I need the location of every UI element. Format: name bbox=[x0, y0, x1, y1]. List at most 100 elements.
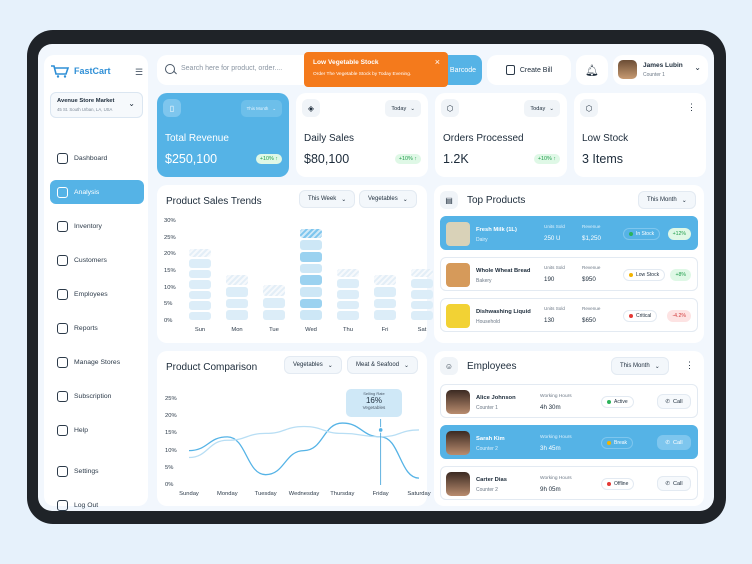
x-tick-label: Fri bbox=[381, 327, 389, 333]
bar-sat[interactable] bbox=[411, 279, 433, 288]
bar-thu[interactable] bbox=[337, 290, 359, 299]
sidebar-item-manage-stores[interactable]: Manage Stores bbox=[50, 350, 144, 374]
bar-thu[interactable] bbox=[337, 279, 359, 288]
chevron-down-icon: ⌄ bbox=[549, 105, 554, 112]
close-icon[interactable]: × bbox=[435, 57, 440, 67]
list-item[interactable]: Alice Johnson Counter 1 Working Hours 4h 30… bbox=[440, 384, 698, 418]
list-item[interactable]: Sarah Kim Counter 2 Working Hours 3h 45m Bre… bbox=[440, 425, 698, 459]
menu-icon[interactable]: ☰ bbox=[135, 67, 143, 78]
sidebar-item-settings[interactable]: Settings bbox=[50, 459, 144, 483]
bar-mon[interactable] bbox=[226, 287, 248, 297]
bar-fri[interactable] bbox=[374, 310, 396, 320]
notification-button[interactable]: 🔔︎ bbox=[576, 55, 608, 85]
sidebar-item-label: Employees bbox=[74, 290, 108, 298]
report-icon bbox=[57, 322, 68, 334]
bar-sun[interactable] bbox=[189, 259, 211, 268]
period-select[interactable]: This Month ⌄ bbox=[611, 357, 669, 375]
product-comparison-panel: Product Comparison Vegetables ⌄ Meat & Se… bbox=[157, 351, 431, 506]
period-select[interactable]: This Month ⌄ bbox=[240, 100, 282, 117]
panel-title: Product Sales Trends bbox=[166, 196, 262, 207]
revenue-label: Revenue bbox=[582, 306, 601, 311]
store-selector[interactable]: Avenue Store Market 45 St. South Urban, … bbox=[50, 92, 143, 118]
gear-icon bbox=[57, 465, 68, 477]
bar-sun[interactable] bbox=[189, 269, 211, 279]
bar-mon[interactable] bbox=[226, 310, 248, 320]
bar-sun[interactable] bbox=[189, 248, 211, 258]
bar-wed[interactable] bbox=[300, 240, 322, 250]
bar-sat[interactable] bbox=[411, 300, 433, 310]
sidebar-item-help[interactable]: Help bbox=[50, 418, 144, 442]
store-name: Avenue Store Market bbox=[57, 98, 115, 104]
sidebar-item-label: Customers bbox=[74, 256, 107, 264]
y-tick-label: 30% bbox=[164, 218, 176, 224]
bar-sat[interactable] bbox=[411, 311, 433, 320]
bar-fri[interactable] bbox=[374, 275, 396, 285]
bar-mon[interactable] bbox=[226, 275, 248, 285]
hover-point[interactable] bbox=[377, 427, 384, 433]
user-menu[interactable]: James Lubin Counter 1 ⌄ bbox=[613, 55, 708, 85]
bar-sun[interactable] bbox=[189, 290, 211, 300]
x-tick-label: Thursday bbox=[330, 491, 355, 497]
units-value: 190 bbox=[544, 276, 555, 283]
chevron-down-icon: ⌄ bbox=[272, 105, 276, 111]
revenue-label: Revenue bbox=[582, 265, 601, 270]
more-icon[interactable]: ⋮ bbox=[685, 360, 694, 371]
bar-sun[interactable] bbox=[189, 311, 211, 320]
sidebar-item-reports[interactable]: Reports bbox=[50, 316, 144, 340]
bar-wed[interactable] bbox=[300, 310, 322, 320]
series-line-0[interactable] bbox=[188, 422, 420, 479]
bell-icon: 🔔︎ bbox=[585, 64, 599, 77]
bar-fri[interactable] bbox=[374, 287, 396, 297]
product-image bbox=[446, 222, 470, 246]
call-button[interactable]: ✆ Call bbox=[657, 435, 691, 450]
bar-sun[interactable] bbox=[189, 280, 211, 289]
bar-tue[interactable] bbox=[263, 285, 285, 296]
table-row[interactable]: Fresh Milk (1L) Dairy Units Sold 250 U Reven… bbox=[440, 216, 698, 250]
period-select[interactable]: Today ⌄ bbox=[385, 100, 421, 117]
x-tick-label: Tuesday bbox=[254, 491, 277, 497]
bar-sun[interactable] bbox=[189, 301, 211, 310]
period-select[interactable]: This Week ⌄ bbox=[299, 190, 356, 208]
table-row[interactable]: Whole Wheat Bread Bakery Units Sold 190 Reve… bbox=[440, 257, 698, 291]
bar-fri[interactable] bbox=[374, 298, 396, 309]
bar-thu[interactable] bbox=[337, 311, 359, 320]
bar-tue[interactable] bbox=[263, 297, 285, 308]
series-line-1[interactable] bbox=[188, 425, 420, 459]
sidebar: FastCart ☰ Avenue Store Market 45 St. So… bbox=[44, 55, 148, 511]
create-bill-button[interactable]: Create Bill bbox=[487, 55, 571, 85]
bar-wed[interactable] bbox=[300, 252, 322, 262]
sidebar-item-inventory[interactable]: Inventory bbox=[50, 214, 144, 238]
chevron-down-icon: ⌄ bbox=[128, 99, 135, 108]
sidebar-item-dashboard[interactable]: Dashboard bbox=[50, 146, 144, 170]
period-select[interactable]: Today ⌄ bbox=[524, 100, 560, 117]
bar-wed[interactable] bbox=[300, 263, 322, 274]
employee-icon bbox=[57, 288, 68, 300]
bar-thu[interactable] bbox=[337, 300, 359, 310]
bar-wed[interactable] bbox=[300, 228, 322, 239]
bar-wed[interactable] bbox=[300, 298, 322, 309]
category-select[interactable]: Vegetables ⌄ bbox=[359, 190, 417, 208]
app-logo[interactable]: FastCart bbox=[50, 64, 111, 78]
period-select[interactable]: This Month ⌄ bbox=[638, 191, 696, 209]
sidebar-item-subscription[interactable]: Subscription bbox=[50, 384, 144, 408]
bar-tue[interactable] bbox=[263, 309, 285, 320]
sidebar-item-employees[interactable]: Employees bbox=[50, 282, 144, 306]
stat-label: Daily Sales bbox=[304, 133, 355, 144]
bar-mon[interactable] bbox=[226, 298, 248, 309]
bar-wed[interactable] bbox=[300, 287, 322, 297]
bar-sat[interactable] bbox=[411, 290, 433, 299]
hours-value: 4h 30m bbox=[540, 404, 561, 411]
list-item[interactable]: Carter Dias Counter 2 Working Hours 9h 05m O… bbox=[440, 466, 698, 500]
sidebar-item-log-out[interactable]: Log Out bbox=[50, 493, 144, 511]
avatar bbox=[446, 390, 470, 414]
bar-thu[interactable] bbox=[337, 268, 359, 278]
call-button[interactable]: ✆ Call bbox=[657, 394, 691, 409]
bar-wed[interactable] bbox=[300, 275, 322, 285]
search-input[interactable]: Search here for product, order.... bbox=[181, 65, 282, 72]
sidebar-item-customers[interactable]: Customers bbox=[50, 248, 144, 272]
bar-sat[interactable] bbox=[411, 268, 433, 278]
table-row[interactable]: Dishwashing Liquid Household Units Sold 130… bbox=[440, 298, 698, 332]
sidebar-item-analysis[interactable]: Analysis bbox=[50, 180, 144, 204]
more-icon[interactable]: ⋮ bbox=[687, 102, 696, 113]
call-button[interactable]: ✆ Call bbox=[657, 476, 691, 491]
